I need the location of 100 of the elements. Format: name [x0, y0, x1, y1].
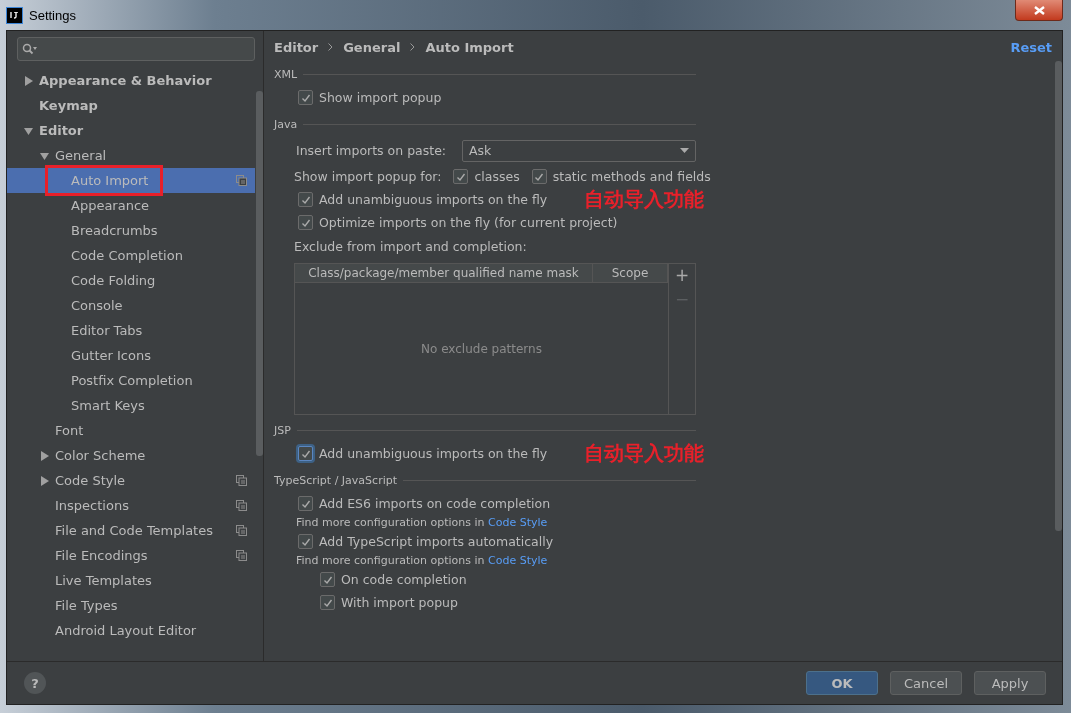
tree-item[interactable]: Inspections	[7, 493, 255, 518]
collapsed-arrow-icon[interactable]	[40, 450, 49, 461]
item-label: Gutter Icons	[71, 348, 152, 363]
item-label: Smart Keys	[71, 398, 146, 413]
add-button[interactable]: +	[674, 266, 690, 284]
checkbox-label: Optimize imports on the fly (for current project)	[319, 215, 618, 230]
help-button[interactable]: ?	[24, 672, 46, 694]
annotation-text: 自动导入功能	[584, 440, 704, 467]
tree-item[interactable]: File Encodings	[7, 543, 255, 568]
app-icon	[6, 6, 23, 24]
checkbox[interactable]	[298, 446, 313, 461]
checkmark-icon	[300, 536, 311, 547]
checkmark-icon	[322, 574, 333, 585]
tree-item[interactable]: Postfix Completion	[7, 368, 255, 393]
checkbox[interactable]	[320, 595, 335, 610]
tree-item[interactable]: Breadcrumbs	[7, 218, 255, 243]
item-label: Font	[55, 423, 85, 438]
tree-item[interactable]: Color Scheme	[7, 443, 255, 468]
checkbox[interactable]	[298, 496, 313, 511]
scrollbar[interactable]	[1055, 61, 1062, 531]
tree-item[interactable]: Editor Tabs	[7, 318, 255, 343]
breadcrumb-item[interactable]: General	[343, 39, 401, 55]
checkbox-label: On code completion	[341, 572, 467, 587]
item-label: Postfix Completion	[71, 373, 194, 388]
tree-item[interactable]: General	[7, 143, 255, 168]
scrollbar[interactable]	[256, 91, 263, 456]
code-style-link[interactable]: Code Style	[488, 516, 548, 529]
tree-item[interactable]: Editor	[7, 118, 255, 143]
tree-item[interactable]: Appearance	[7, 193, 255, 218]
breadcrumb-item[interactable]: Editor	[274, 39, 319, 55]
section-title: Java	[274, 118, 298, 131]
checkmark-icon	[300, 498, 311, 509]
close-button[interactable]	[1015, 0, 1063, 21]
item-label: Console	[71, 298, 124, 313]
tree-item[interactable]: File and Code Templates	[7, 518, 255, 543]
tree-item[interactable]: Smart Keys	[7, 393, 255, 418]
item-label: Editor	[39, 123, 85, 138]
tree-item[interactable]: Code Completion	[7, 243, 255, 268]
collapsed-arrow-icon[interactable]	[24, 75, 33, 86]
hint-text: Find more configuration options in Code Style	[296, 554, 548, 567]
tree-item[interactable]: Keymap	[7, 93, 255, 118]
empty-message: No exclude patterns	[421, 341, 542, 356]
search-field[interactable]	[17, 37, 255, 61]
tree-item[interactable]: Appearance & Behavior	[7, 68, 255, 93]
reset-link[interactable]: Reset	[1010, 39, 1052, 55]
dialog-button[interactable]: Cancel	[890, 671, 962, 695]
checkmark-icon	[322, 597, 333, 608]
item-label: Auto Import	[71, 173, 150, 188]
checkbox-label: Add unambiguous imports on the fly	[319, 192, 548, 207]
column-header[interactable]: Scope	[593, 264, 668, 282]
tree-item[interactable]: Live Templates	[7, 568, 255, 593]
item-label: Inspections	[55, 498, 130, 513]
item-label: Color Scheme	[55, 448, 147, 463]
tree-item[interactable]: Code Folding	[7, 268, 255, 293]
collapsed-arrow-icon[interactable]	[40, 475, 49, 486]
item-label: Code Completion	[71, 248, 184, 263]
tree-item[interactable]: Code Style	[7, 468, 255, 493]
chevron-icon	[410, 43, 416, 51]
tree-item[interactable]: Gutter Icons	[7, 343, 255, 368]
checkmark-icon	[300, 92, 311, 103]
tree-item[interactable]: Font	[7, 418, 255, 443]
item-label: Keymap	[39, 98, 99, 113]
dialog-button[interactable]: Apply	[974, 671, 1046, 695]
section-title: XML	[274, 68, 298, 81]
tree-item[interactable]: Console	[7, 293, 255, 318]
dialog-button[interactable]: OK	[806, 671, 878, 695]
annotation-text: 自动导入功能	[584, 186, 704, 213]
checkbox[interactable]	[453, 169, 469, 184]
breadcrumb-item[interactable]: Auto Import	[425, 39, 514, 55]
tree-item[interactable]: File Types	[7, 593, 255, 618]
field-label: Exclude from import and completion:	[294, 239, 527, 254]
hint-text: Find more configuration options in Code Style	[296, 516, 548, 529]
item-label: File and Code Templates	[55, 523, 214, 538]
item-label: Live Templates	[55, 573, 153, 588]
caret-icon	[680, 148, 689, 153]
column-header[interactable]: Class/package/member qualified name mask	[295, 264, 593, 282]
item-label: File Encodings	[55, 548, 149, 563]
window-title: Settings	[29, 7, 76, 23]
checkbox[interactable]	[298, 534, 313, 549]
expanded-arrow-icon[interactable]	[40, 150, 49, 161]
checkbox[interactable]	[320, 572, 335, 587]
checkbox-label: classes	[474, 169, 520, 184]
checkbox[interactable]	[298, 215, 313, 230]
item-label: Android Layout Editor	[55, 623, 198, 638]
checkbox[interactable]	[298, 90, 313, 105]
tree-item[interactable]: Android Layout Editor	[7, 618, 255, 643]
item-label: Editor Tabs	[71, 323, 144, 338]
item-label: Breadcrumbs	[71, 223, 159, 238]
checkmark-icon	[456, 171, 466, 182]
checkbox-label: Show import popup	[319, 90, 442, 105]
dropdown[interactable]: Ask	[462, 139, 696, 162]
checkmark-icon	[300, 194, 311, 205]
checkbox[interactable]	[298, 192, 313, 207]
code-style-link[interactable]: Code Style	[488, 554, 548, 567]
checkbox-label: Add unambiguous imports on the fly	[319, 446, 548, 461]
checkbox[interactable]	[531, 169, 547, 184]
expanded-arrow-icon[interactable]	[24, 125, 33, 136]
chevron-icon	[328, 43, 334, 51]
checkmark-icon	[300, 448, 311, 459]
item-label: Code Style	[55, 473, 127, 488]
